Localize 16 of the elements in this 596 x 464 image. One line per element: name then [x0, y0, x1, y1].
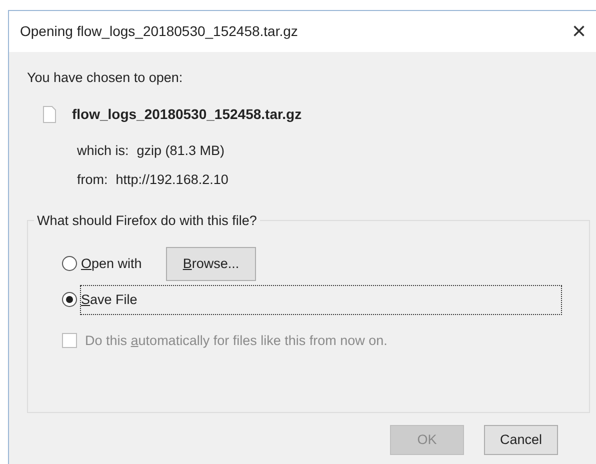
browse-button[interactable]: Browse... — [166, 246, 256, 281]
detail-value: http://192.168.2.10 — [116, 170, 228, 189]
intro-text: You have chosen to open: — [27, 69, 184, 87]
radio-label[interactable]: Save File — [81, 286, 561, 314]
radio-button[interactable] — [62, 292, 77, 308]
radio-label[interactable]: Open with — [81, 254, 142, 274]
radio-button[interactable] — [62, 256, 77, 272]
close-button[interactable]: × — [568, 20, 590, 44]
file-name: flow_logs_20180530_152458.tar.gz — [72, 105, 302, 124]
detail-label: which is: — [77, 142, 129, 160]
detail-label: from: — [77, 170, 108, 188]
detail-value: gzip (81.3 MB) — [136, 142, 225, 160]
checkbox-label: Do this automatically for files like this from now on. — [85, 332, 388, 350]
window-title: Opening flow_logs_20180530_152458.tar.gz — [20, 22, 299, 41]
cancel-button[interactable]: Cancel — [484, 424, 558, 455]
file-icon — [43, 106, 56, 124]
